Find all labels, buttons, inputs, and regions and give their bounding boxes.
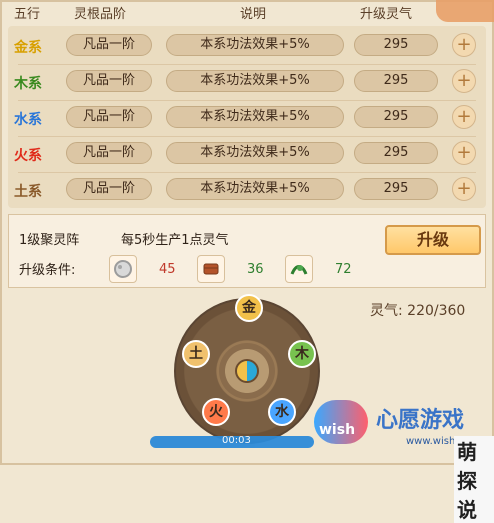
array-level: 1级聚灵阵 [19,233,80,248]
upgrade-condition-label: 升级条件: [19,263,76,278]
ore-required: 45 [159,262,176,277]
cost-pill: 295 [354,106,438,128]
grade-pill: 凡品一阶 [66,178,152,200]
table-header: 五行 灵根品阶 说明 升级灵气 [8,0,486,22]
fire-orb[interactable]: 火 [202,398,230,426]
five-elements-wheel: 金 木 水 火 土 [174,294,320,444]
upgrade-button[interactable]: 升级 [385,225,481,255]
table-row: 金系 凡品一阶 本系功法效果+5% 295 + [8,28,486,64]
video-progress-bar[interactable]: 00:03 [150,435,314,448]
fire-label: 火 [209,404,223,420]
element-label: 金系 [14,40,42,56]
cost-pill: 295 [354,178,438,200]
metal-orb[interactable]: 金 [235,294,263,322]
wood-icon [197,255,225,283]
wheel-center [219,343,275,399]
element-table: 金系 凡品一阶 本系功法效果+5% 295 + 木系 凡品一阶 本系功法效果+5… [8,26,486,208]
plus-icon[interactable]: + [452,105,476,129]
water-label: 水 [275,404,289,420]
element-label: 水系 [14,112,42,128]
plus-icon[interactable]: + [452,33,476,57]
watermark-title: 心愿游戏 [376,408,465,433]
yin-yang-icon [235,359,259,383]
wood-required: 36 [247,262,264,277]
table-row: 土系 凡品一阶 本系功法效果+5% 295 + [8,172,486,208]
element-label: 火系 [14,148,42,164]
grade-pill: 凡品一阶 [66,106,152,128]
table-row: 水系 凡品一阶 本系功法效果+5% 295 + [8,100,486,136]
video-time: 00:03 [222,435,251,446]
header-linggen-grade: 灵根品阶 [74,7,127,22]
cost-pill: 295 [354,34,438,56]
cost-pill: 295 [354,70,438,92]
description-pill: 本系功法效果+5% [166,178,344,200]
water-orb[interactable]: 水 [268,398,296,426]
production-text: 每5秒生产1点灵气 [121,233,229,248]
header-wuxing: 五行 [14,7,41,22]
earth-label: 土 [189,346,203,362]
element-label: 土系 [14,184,42,200]
description-pill: 本系功法效果+5% [166,106,344,128]
qi-counter: 灵气: 220/360 [370,303,466,319]
watermark-tag: 萌探说 [454,436,494,523]
wish-logo-text: wish [319,422,356,438]
grade-pill: 凡品一阶 [66,70,152,92]
table-row: 火系 凡品一阶 本系功法效果+5% 295 + [8,136,486,172]
header-upgrade-qi: 升级灵气 [360,7,413,22]
array-upgrade-panel: 1级聚灵阵 每5秒生产1点灵气 升级条件: 升级 45 36 72 [8,214,486,288]
plus-icon[interactable]: + [452,69,476,93]
description-pill: 本系功法效果+5% [166,34,344,56]
wood-label: 木 [295,346,309,362]
description-pill: 本系功法效果+5% [166,70,344,92]
grade-pill: 凡品一阶 [66,142,152,164]
plus-icon[interactable]: + [452,177,476,201]
element-label: 木系 [14,76,42,92]
watermark: wish 心愿游戏 www.wishsee.com 萌探说 [314,392,494,523]
description-pill: 本系功法效果+5% [166,142,344,164]
earth-orb[interactable]: 土 [182,340,210,368]
metal-label: 金 [242,300,256,316]
plus-icon[interactable]: + [452,141,476,165]
herb-required: 72 [335,262,352,277]
header-description: 说明 [240,7,267,22]
wood-orb[interactable]: 木 [288,340,316,368]
ore-icon [109,255,137,283]
grade-pill: 凡品一阶 [66,34,152,56]
cost-pill: 295 [354,142,438,164]
table-row: 木系 凡品一阶 本系功法效果+5% 295 + [8,64,486,100]
herb-icon [285,255,313,283]
